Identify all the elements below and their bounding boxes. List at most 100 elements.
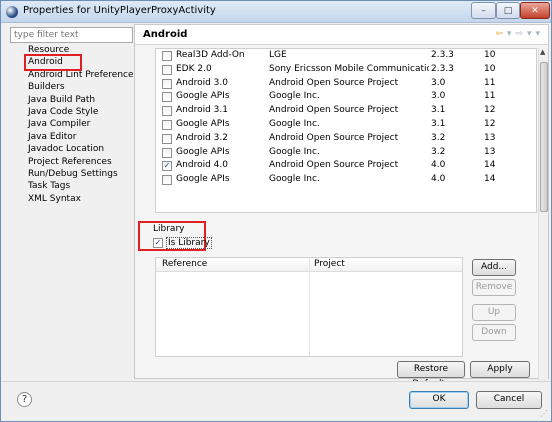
nav-item-java-editor[interactable]: Java Editor [28, 131, 138, 143]
filter-input[interactable] [10, 27, 133, 43]
target-row[interactable]: Real3D Add-On LGE 2.3.3 10 [156, 49, 536, 63]
target-vendor: Android Open Source Project [269, 132, 399, 143]
nav-item-java-code-style[interactable]: Java Code Style [28, 106, 138, 118]
is-library-label[interactable]: Is Library [166, 237, 212, 249]
nav-item-android[interactable]: Android [24, 54, 82, 71]
target-api-level: 13 [484, 132, 496, 143]
build-target-table: Real3D Add-On LGE 2.3.3 10 EDK 2.0 Sony Erics… [155, 48, 537, 213]
cancel-button[interactable]: Cancel [476, 391, 542, 409]
target-api-level: 11 [484, 77, 496, 88]
target-api-level: 13 [484, 146, 496, 157]
target-platform: 4.0 [431, 160, 446, 171]
library-reference-table[interactable]: Reference Project [155, 257, 463, 357]
nav-item-project-references[interactable]: Project References [28, 156, 138, 168]
column-divider [309, 258, 310, 356]
target-row[interactable]: Google APIs Google Inc. 3.1 12 [156, 118, 536, 132]
nav-item-builders[interactable]: Builders [28, 81, 138, 93]
nav-item-android-lint-preferences[interactable]: Android Lint Preferences [28, 69, 138, 81]
window-title: Properties for UnityPlayerProxyActivity [23, 5, 216, 16]
target-name: Google APIs [176, 91, 230, 102]
target-row[interactable]: Google APIs Google Inc. 3.0 11 [156, 90, 536, 104]
target-platform: 4.0 [431, 174, 446, 185]
title-bar[interactable]: Properties for UnityPlayerProxyActivity … [1, 1, 551, 23]
target-api-level: 14 [484, 160, 496, 171]
target-platform: 2.3.3 [431, 63, 454, 74]
resize-grip-icon[interactable]: ⋰ [540, 409, 548, 418]
target-api-level: 11 [484, 91, 496, 102]
checkbox-checked-icon[interactable]: ✓ [162, 161, 172, 172]
target-vendor: LGE [269, 50, 287, 60]
remove-library-button[interactable]: Remove [472, 279, 516, 296]
column-header-project[interactable]: Project [314, 258, 345, 271]
scroll-up-arrow-icon[interactable]: ▲ [540, 48, 545, 56]
nav-item-resource[interactable]: Resource [28, 44, 138, 56]
target-api-level: 10 [484, 63, 496, 74]
eclipse-icon [6, 6, 18, 18]
target-name: Google APIs [176, 174, 230, 185]
target-vendor: Google Inc. [269, 91, 320, 102]
target-name: Android 3.2 [176, 132, 228, 143]
target-api-level: 10 [484, 50, 496, 60]
page-title: Android [143, 29, 188, 40]
vertical-scrollbar[interactable]: ▲ ▼ [538, 48, 548, 398]
move-down-button[interactable]: Down [472, 324, 516, 341]
nav-item-xml-syntax[interactable]: XML Syntax [28, 193, 138, 205]
library-group-label: Library [153, 224, 185, 234]
target-name: EDK 2.0 [176, 63, 212, 74]
target-platform: 3.1 [431, 119, 446, 129]
checkbox-icon[interactable] [162, 147, 172, 158]
target-vendor: Google Inc. [269, 146, 320, 157]
restore-defaults-button[interactable]: Restore Defaults [397, 361, 465, 389]
target-row[interactable]: Android 3.1 Android Open Source Project 3.… [156, 104, 536, 118]
nav-item-java-compiler[interactable]: Java Compiler [28, 118, 138, 130]
checkbox-icon[interactable] [162, 120, 172, 130]
checkbox-checked-icon[interactable]: ✓ [153, 238, 163, 248]
maximize-button[interactable]: □ [496, 2, 520, 19]
checkbox-icon[interactable] [162, 106, 172, 117]
checkbox-icon[interactable] [162, 64, 172, 75]
target-vendor: Android Open Source Project [269, 160, 399, 171]
target-platform: 3.2 [431, 146, 446, 157]
back-arrow-icon[interactable]: ⇦ [495, 29, 503, 39]
nav-item-java-build-path[interactable]: Java Build Path [28, 94, 138, 106]
target-row[interactable]: Google APIs Google Inc. 4.0 14 [156, 173, 536, 187]
nav-item-javadoc-location[interactable]: Javadoc Location [28, 143, 138, 155]
target-row[interactable]: Android 3.2 Android Open Source Project 3.… [156, 132, 536, 146]
apply-button[interactable]: Apply [470, 361, 530, 378]
properties-window: Properties for UnityPlayerProxyActivity … [0, 0, 552, 422]
forward-arrow-icon[interactable]: ⇨ [515, 29, 523, 39]
nav-item-run-debug-settings[interactable]: Run/Debug Settings [28, 168, 138, 180]
close-button[interactable]: ✕ [520, 2, 550, 19]
target-platform: 3.2 [431, 132, 446, 143]
target-row[interactable]: ✓ Android 4.0 Android Open Source Project 4… [156, 159, 536, 173]
move-up-button[interactable]: Up [472, 304, 516, 321]
checkbox-icon[interactable] [162, 133, 172, 144]
target-vendor: Google Inc. [269, 174, 320, 185]
target-row[interactable]: EDK 2.0 Sony Ericsson Mobile Communicatio… [156, 63, 536, 77]
checkbox-icon[interactable] [162, 175, 172, 186]
checkbox-icon[interactable] [162, 92, 172, 103]
target-name: Real3D Add-On [176, 50, 245, 60]
help-icon[interactable]: ? [17, 392, 32, 407]
target-name: Android 3.0 [176, 77, 228, 88]
scrollbar-thumb[interactable] [540, 62, 548, 212]
chevron-down-icon[interactable]: ▾ [507, 29, 512, 39]
checkbox-icon[interactable] [162, 51, 172, 61]
is-library-checkbox[interactable]: ✓ Is Library [153, 237, 212, 249]
chevron-down-icon[interactable]: ▾ [527, 29, 532, 39]
target-name: Android 3.1 [176, 105, 228, 116]
target-vendor: Google Inc. [269, 119, 320, 129]
target-row[interactable]: Android 3.0 Android Open Source Project 3.… [156, 77, 536, 91]
target-platform: 3.0 [431, 77, 446, 88]
property-page-tree: Resource Android Android Lint Preference… [24, 44, 138, 205]
page-navigation: ⇦ ▾ ⇨ ▾ ▾ [495, 29, 540, 39]
column-header-reference[interactable]: Reference [162, 258, 207, 271]
view-menu-icon[interactable]: ▾ [535, 29, 540, 39]
target-row[interactable]: Google APIs Google Inc. 3.2 13 [156, 146, 536, 160]
checkbox-icon[interactable] [162, 78, 172, 89]
add-library-button[interactable]: Add... [472, 259, 516, 276]
nav-item-task-tags[interactable]: Task Tags [28, 180, 138, 192]
ok-button[interactable]: OK [409, 391, 469, 409]
minimize-button[interactable]: – [471, 2, 496, 19]
target-name: Android 4.0 [176, 160, 228, 171]
